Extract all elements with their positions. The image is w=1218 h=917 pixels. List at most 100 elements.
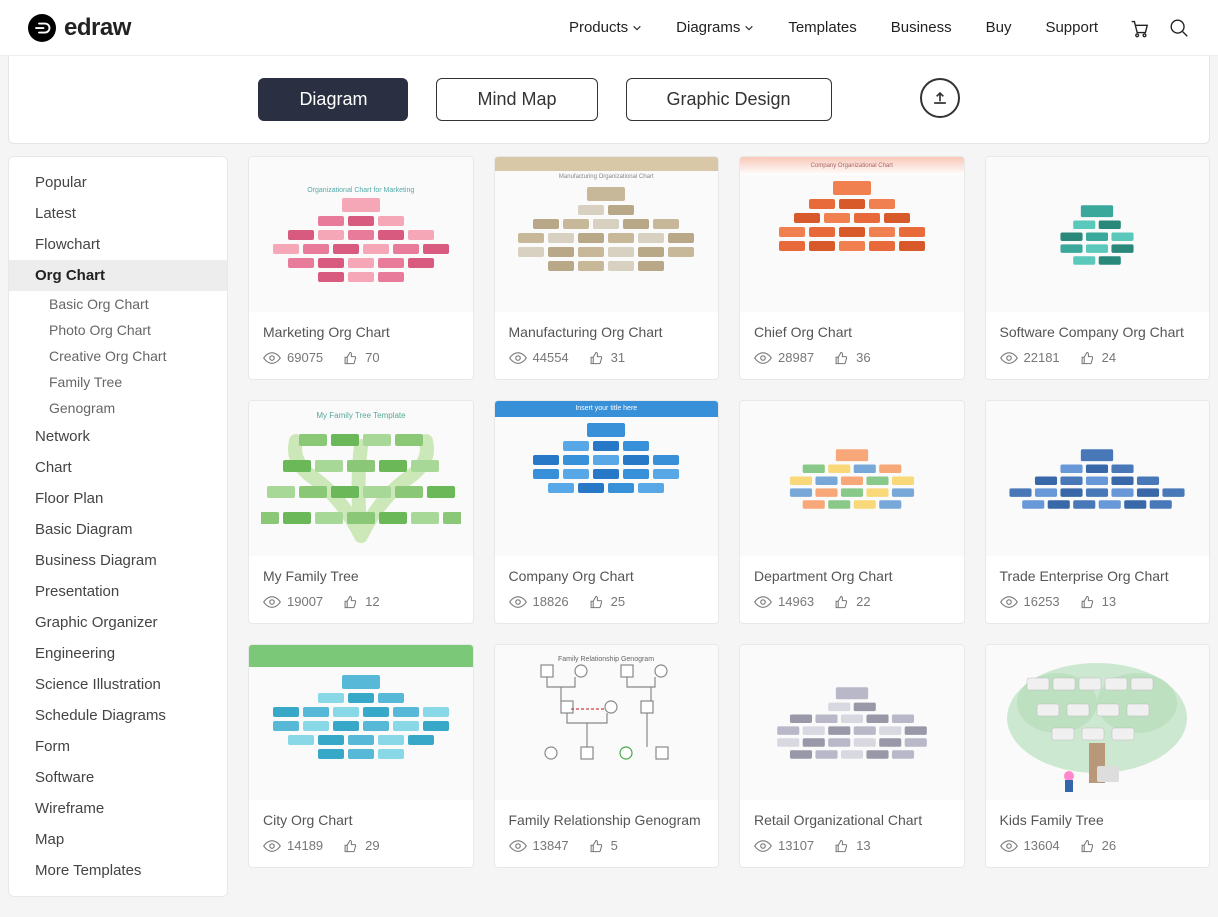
main: PopularLatestFlowchartOrg ChartBasic Org… — [0, 156, 1218, 917]
template-card[interactable]: Insert your title hereCompany Org Chart1… — [494, 400, 720, 624]
views-count: 69075 — [263, 350, 323, 365]
sidebar-item-wireframe[interactable]: Wireframe — [9, 793, 227, 824]
views-count: 22181 — [1000, 350, 1060, 365]
views-count: 13604 — [1000, 838, 1060, 853]
tab-mind-map[interactable]: Mind Map — [436, 78, 597, 121]
template-thumbnail — [986, 401, 1210, 556]
template-title: Retail Organizational Chart — [754, 812, 950, 828]
sidebar-sub-genogram[interactable]: Genogram — [9, 395, 227, 421]
template-card[interactable]: Software Company Org Chart2218124 — [985, 156, 1211, 380]
eye-icon — [509, 595, 527, 609]
tab-graphic-design[interactable]: Graphic Design — [626, 78, 832, 121]
template-title: Kids Family Tree — [1000, 812, 1196, 828]
sidebar-item-flowchart[interactable]: Flowchart — [9, 229, 227, 260]
template-card[interactable]: Manufacturing Organizational ChartManufa… — [494, 156, 720, 380]
upload-button[interactable] — [920, 78, 960, 118]
nav-item-support[interactable]: Support — [1045, 19, 1098, 36]
sidebar-sub-photo-org-chart[interactable]: Photo Org Chart — [9, 317, 227, 343]
template-title: Marketing Org Chart — [263, 324, 459, 340]
search-icon[interactable] — [1168, 17, 1190, 39]
eye-icon — [1000, 595, 1018, 609]
likes-count: 5 — [587, 838, 618, 853]
eye-icon — [1000, 351, 1018, 365]
eye-icon — [754, 351, 772, 365]
template-thumbnail — [986, 645, 1210, 800]
sidebar-item-basic-diagram[interactable]: Basic Diagram — [9, 514, 227, 545]
likes-count: 24 — [1078, 350, 1116, 365]
likes-count: 13 — [1078, 594, 1116, 609]
sidebar-item-software[interactable]: Software — [9, 762, 227, 793]
likes-count: 12 — [341, 594, 379, 609]
sidebar-sub-family-tree[interactable]: Family Tree — [9, 369, 227, 395]
chevron-down-icon — [744, 23, 754, 33]
template-card[interactable]: My Family Tree TemplateMy Family Tree190… — [248, 400, 474, 624]
template-card[interactable]: Family Relationship GenogramFamily Relat… — [494, 644, 720, 868]
views-count: 44554 — [509, 350, 569, 365]
template-title: Chief Org Chart — [754, 324, 950, 340]
views-count: 19007 — [263, 594, 323, 609]
nav-item-products[interactable]: Products — [569, 19, 642, 36]
logo[interactable]: edraw — [28, 14, 131, 42]
thumbs-up-icon — [832, 351, 850, 365]
thumbs-up-icon — [832, 839, 850, 853]
sidebar-sub-creative-org-chart[interactable]: Creative Org Chart — [9, 343, 227, 369]
nav-item-buy[interactable]: Buy — [986, 19, 1012, 36]
eye-icon — [263, 839, 281, 853]
thumbs-up-icon — [832, 595, 850, 609]
thumbs-up-icon — [341, 351, 359, 365]
views-count: 13107 — [754, 838, 814, 853]
sidebar-item-form[interactable]: Form — [9, 731, 227, 762]
thumbs-up-icon — [341, 839, 359, 853]
likes-count: 70 — [341, 350, 379, 365]
sidebar-item-science-illustration[interactable]: Science Illustration — [9, 669, 227, 700]
header: edraw Products Diagrams Templates Business B… — [0, 0, 1218, 56]
views-count: 14963 — [754, 594, 814, 609]
likes-count: 13 — [832, 838, 870, 853]
sidebar-item-business-diagram[interactable]: Business Diagram — [9, 545, 227, 576]
sidebar-item-floor-plan[interactable]: Floor Plan — [9, 483, 227, 514]
template-thumbnail: Company Organizational Chart — [740, 157, 964, 312]
sidebar-item-engineering[interactable]: Engineering — [9, 638, 227, 669]
template-card[interactable]: Organizational Chart for MarketingMarket… — [248, 156, 474, 380]
template-thumbnail — [986, 157, 1210, 312]
sidebar-item-more-templates[interactable]: More Templates — [9, 855, 227, 886]
tab-diagram[interactable]: Diagram — [258, 78, 408, 121]
sidebar-item-schedule-diagrams[interactable]: Schedule Diagrams — [9, 700, 227, 731]
template-card[interactable]: Kids Family Tree1360426 — [985, 644, 1211, 868]
nav-item-templates[interactable]: Templates — [788, 19, 856, 36]
template-card[interactable]: Department Org Chart1496322 — [739, 400, 965, 624]
template-card[interactable]: City Org Chart1418929 — [248, 644, 474, 868]
template-thumbnail — [740, 401, 964, 556]
brand-name: edraw — [64, 14, 131, 42]
nav-item-diagrams[interactable]: Diagrams — [676, 19, 754, 36]
sidebar-item-org-chart[interactable]: Org Chart — [9, 260, 227, 291]
template-card[interactable]: Trade Enterprise Org Chart1625313 — [985, 400, 1211, 624]
sidebar-item-map[interactable]: Map — [9, 824, 227, 855]
svg-text:My Family Tree Template: My Family Tree Template — [316, 411, 406, 420]
template-title: City Org Chart — [263, 812, 459, 828]
eye-icon — [1000, 839, 1018, 853]
nav-item-business[interactable]: Business — [891, 19, 952, 36]
eye-icon — [509, 839, 527, 853]
sidebar-item-network[interactable]: Network — [9, 421, 227, 452]
logo-icon — [28, 14, 56, 42]
template-thumbnail — [249, 645, 473, 800]
sidebar-item-graphic-organizer[interactable]: Graphic Organizer — [9, 607, 227, 638]
sidebar-item-popular[interactable]: Popular — [9, 167, 227, 198]
template-thumbnail: Insert your title here — [495, 401, 719, 556]
template-thumbnail: My Family Tree Template — [249, 401, 473, 556]
template-card[interactable]: Retail Organizational Chart 13107 13 — [739, 644, 965, 868]
template-title: Company Org Chart — [509, 568, 705, 584]
sidebar-item-presentation[interactable]: Presentation — [9, 576, 227, 607]
template-card[interactable]: Company Organizational Chart Chief Org Ch… — [739, 156, 965, 380]
thumbs-up-icon — [587, 839, 605, 853]
sidebar-sub-basic-org-chart[interactable]: Basic Org Chart — [9, 291, 227, 317]
template-title: Trade Enterprise Org Chart — [1000, 568, 1196, 584]
eye-icon — [754, 839, 772, 853]
sidebar-item-latest[interactable]: Latest — [9, 198, 227, 229]
template-title: Department Org Chart — [754, 568, 950, 584]
template-thumbnail: Manufacturing Organizational Chart — [495, 157, 719, 312]
cart-icon[interactable] — [1128, 17, 1150, 39]
sidebar-item-chart[interactable]: Chart — [9, 452, 227, 483]
eye-icon — [509, 351, 527, 365]
